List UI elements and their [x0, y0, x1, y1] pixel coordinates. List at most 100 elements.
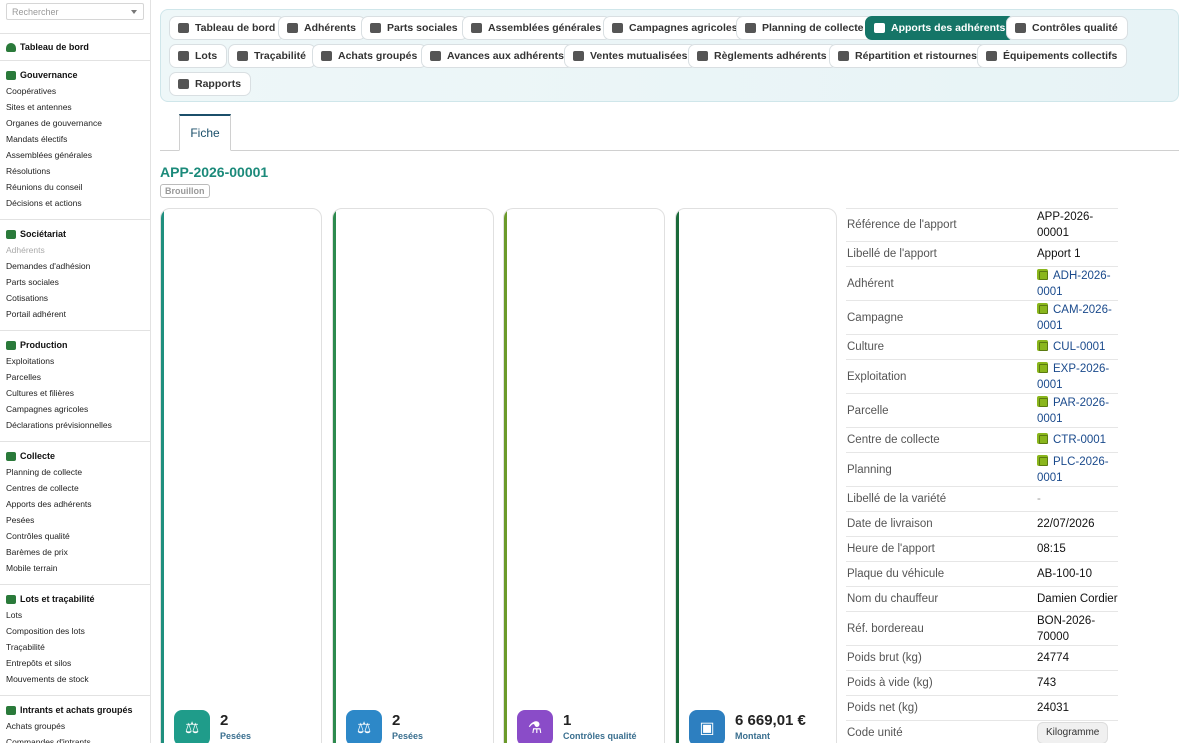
sidebar-item-portail-adherent[interactable]: Portail adhérent — [0, 306, 150, 322]
sidebar-section-title: Gouvernance — [20, 70, 78, 80]
detail-value-poids-net-kg: 24031 — [1037, 702, 1069, 714]
search-select[interactable]: Rechercher — [6, 3, 144, 20]
nav-button-controles-qualite[interactable]: Contrôles qualité — [1006, 16, 1128, 40]
sidebar-item-demandes-d-adhesion[interactable]: Demandes d'adhésion — [0, 258, 150, 274]
nav-button-reglements-adherents[interactable]: Règlements adhérents — [688, 44, 837, 68]
detail-value-adherent[interactable]: ADH-2026-0001 — [1037, 268, 1118, 300]
sidebar-section-title: Intrants et achats groupés — [20, 705, 133, 715]
search-placeholder: Rechercher — [12, 6, 59, 17]
hand-coin-icon — [430, 51, 441, 61]
money-icon — [697, 51, 708, 61]
kpi-card-montant-provisionnel[interactable]: ▣ 6 669,01 € Montant provisionnel — [675, 208, 837, 743]
nav-button-label: Avances aux adhérents — [447, 50, 564, 62]
sidebar-item-pesees[interactable]: Pesées — [0, 512, 150, 528]
detail-row: Poids net (kg) 24031 — [846, 696, 1118, 721]
intrants-et-achats-groupes-icon — [6, 705, 16, 715]
sidebar-item-controles-qualite[interactable]: Contrôles qualité — [0, 528, 150, 544]
truck-icon — [874, 23, 885, 33]
gouvernance-icon — [6, 70, 16, 80]
sidebar-item-cotisations[interactable]: Cotisations — [0, 290, 150, 306]
sidebar-item-tracabilite[interactable]: Traçabilité — [0, 639, 150, 655]
sidebar-item-cultures-et-filieres[interactable]: Cultures et filières — [0, 385, 150, 401]
sidebar-section-collecte: Collecte — [0, 451, 150, 461]
sidebar-item-reunions-du-conseil[interactable]: Réunions du conseil — [0, 179, 150, 195]
nav-button-assemblees-generales[interactable]: Assemblées générales — [462, 16, 612, 40]
record-link-icon — [1037, 433, 1048, 444]
detail-value-culture[interactable]: CUL-0001 — [1037, 339, 1118, 355]
sidebar-item-organes-de-gouvernance[interactable]: Organes de gouvernance — [0, 115, 150, 131]
record-link[interactable]: CUL-0001 — [1053, 341, 1105, 353]
nav-button-campagnes-agricoles[interactable]: Campagnes agricoles — [603, 16, 748, 40]
detail-value-planning[interactable]: PLC-2026-0001 — [1037, 454, 1118, 486]
detail-value-nom-du-chauffeur: Damien Cordier — [1037, 593, 1118, 605]
record-link-icon — [1037, 454, 1048, 466]
sidebar-item-centres-de-collecte[interactable]: Centres de collecte — [0, 480, 150, 496]
sidebar-item-mobile-terrain[interactable]: Mobile terrain — [0, 560, 150, 576]
sidebar: Rechercher Tableau de bord Gouvernance Co… — [0, 0, 151, 743]
sidebar-item-mouvements-de-stock[interactable]: Mouvements de stock — [0, 671, 150, 687]
sidebar-item-composition-des-lots[interactable]: Composition des lots — [0, 623, 150, 639]
kpi-card-controles-qualite[interactable]: ⚗ 1 Contrôles qualité — [503, 208, 665, 743]
nav-button-lots[interactable]: Lots — [169, 44, 228, 68]
detail-value-code-unite[interactable]: Kilogramme — [1037, 722, 1118, 743]
detail-row: Poids à vide (kg) 743 — [846, 671, 1118, 696]
barcode-icon — [237, 51, 248, 61]
detail-value-parcelle[interactable]: PAR-2026-0001 — [1037, 395, 1118, 427]
nav-button-equipements-collectifs[interactable]: Équipements collectifs — [977, 44, 1128, 68]
sidebar-item-assemblees-generales[interactable]: Assemblées générales — [0, 147, 150, 163]
sidebar-item-campagnes-agricoles[interactable]: Campagnes agricoles — [0, 401, 150, 417]
nav-button-ventes-mutualisees[interactable]: Ventes mutualisées — [564, 44, 698, 68]
sidebar-item-dashboard[interactable]: Tableau de bord — [0, 42, 150, 52]
tab-fiche[interactable]: Fiche — [179, 114, 231, 151]
nav-button-parts-sociales[interactable]: Parts sociales — [361, 16, 468, 40]
record-link[interactable]: CAM-2026-0001 — [1037, 304, 1112, 332]
record-link[interactable]: CTR-0001 — [1053, 434, 1106, 446]
sidebar-item-commandes-d-intrants[interactable]: Commandes d'intrants — [0, 734, 150, 743]
record-link[interactable]: ADH-2026-0001 — [1037, 270, 1111, 298]
kpi-card-pesees[interactable]: ⚖ 2 Pesées — [332, 208, 494, 743]
nav-button-planning-de-collecte[interactable]: Planning de collecte — [736, 16, 874, 40]
nav-button-label: Parts sociales — [387, 22, 458, 34]
sidebar-item-declarations-previsionnelles[interactable]: Déclarations prévisionnelles — [0, 417, 150, 433]
sidebar-item-lots[interactable]: Lots — [0, 607, 150, 623]
sidebar-item-planning-de-collecte[interactable]: Planning de collecte — [0, 464, 150, 480]
detail-row: Parcelle PAR-2026-0001 — [846, 394, 1118, 428]
nav-button-adherents[interactable]: Adhérents — [278, 16, 366, 40]
nav-button-repartition-et-ristournes[interactable]: Répartition et ristournes — [829, 44, 987, 68]
kpi-card-pesees[interactable]: ⚖ 2 Pesées — [160, 208, 322, 743]
tools-icon — [986, 51, 997, 61]
nav-button-label: Planning de collecte — [762, 22, 864, 34]
detail-value-campagne[interactable]: CAM-2026-0001 — [1037, 302, 1118, 334]
dashboard-icon — [178, 23, 189, 33]
sidebar-item-parts-sociales[interactable]: Parts sociales — [0, 274, 150, 290]
nav-button-achats-groupes[interactable]: Achats groupés — [312, 44, 428, 68]
detail-label: Libellé de l'apport — [847, 248, 937, 260]
sidebar-item-decisions-et-actions[interactable]: Décisions et actions — [0, 195, 150, 211]
detail-label: Nom du chauffeur — [847, 593, 939, 605]
money-icon: ▣ — [689, 710, 725, 743]
sidebar-item-exploitations[interactable]: Exploitations — [0, 353, 150, 369]
sidebar-item-baremes-de-prix[interactable]: Barèmes de prix — [0, 544, 150, 560]
sidebar-item-mandats-electifs[interactable]: Mandats électifs — [0, 131, 150, 147]
production-icon — [6, 340, 16, 350]
sidebar-item-cooperatives[interactable]: Coopératives — [0, 83, 150, 99]
nav-button-avances-aux-adherents[interactable]: Avances aux adhérents — [421, 44, 574, 68]
sidebar-section-intrants-et-achats-groupes: Intrants et achats groupés — [0, 705, 150, 715]
nav-button-apports-des-adherents[interactable]: Apports des adhérents — [865, 16, 1016, 40]
lots-et-tracabilite-icon — [6, 594, 16, 604]
sidebar-item-parcelles[interactable]: Parcelles — [0, 369, 150, 385]
sidebar-item-entrepots-et-silos[interactable]: Entrepôts et silos — [0, 655, 150, 671]
sidebar-item-adherents[interactable]: Adhérents — [0, 242, 150, 258]
nav-button-rapports[interactable]: Rapports — [169, 72, 252, 96]
nav-button-tableau-de-bord[interactable]: Tableau de bord — [169, 16, 286, 40]
nav-button-tracabilite[interactable]: Traçabilité — [228, 44, 316, 68]
detail-row: Libellé de l'apport Apport 1 — [846, 242, 1118, 267]
detail-value-heure-de-l-apport: 08:15 — [1037, 543, 1066, 555]
nav-button-label: Apports des adhérents — [891, 22, 1006, 34]
sidebar-item-sites-et-antennes[interactable]: Sites et antennes — [0, 99, 150, 115]
detail-value-centre-de-collecte[interactable]: CTR-0001 — [1037, 432, 1118, 448]
sidebar-item-apports-des-adherents[interactable]: Apports des adhérents — [0, 496, 150, 512]
detail-value-exploitation[interactable]: EXP-2026-0001 — [1037, 361, 1118, 393]
sidebar-item-achats-groupes[interactable]: Achats groupés — [0, 718, 150, 734]
sidebar-item-resolutions[interactable]: Résolutions — [0, 163, 150, 179]
